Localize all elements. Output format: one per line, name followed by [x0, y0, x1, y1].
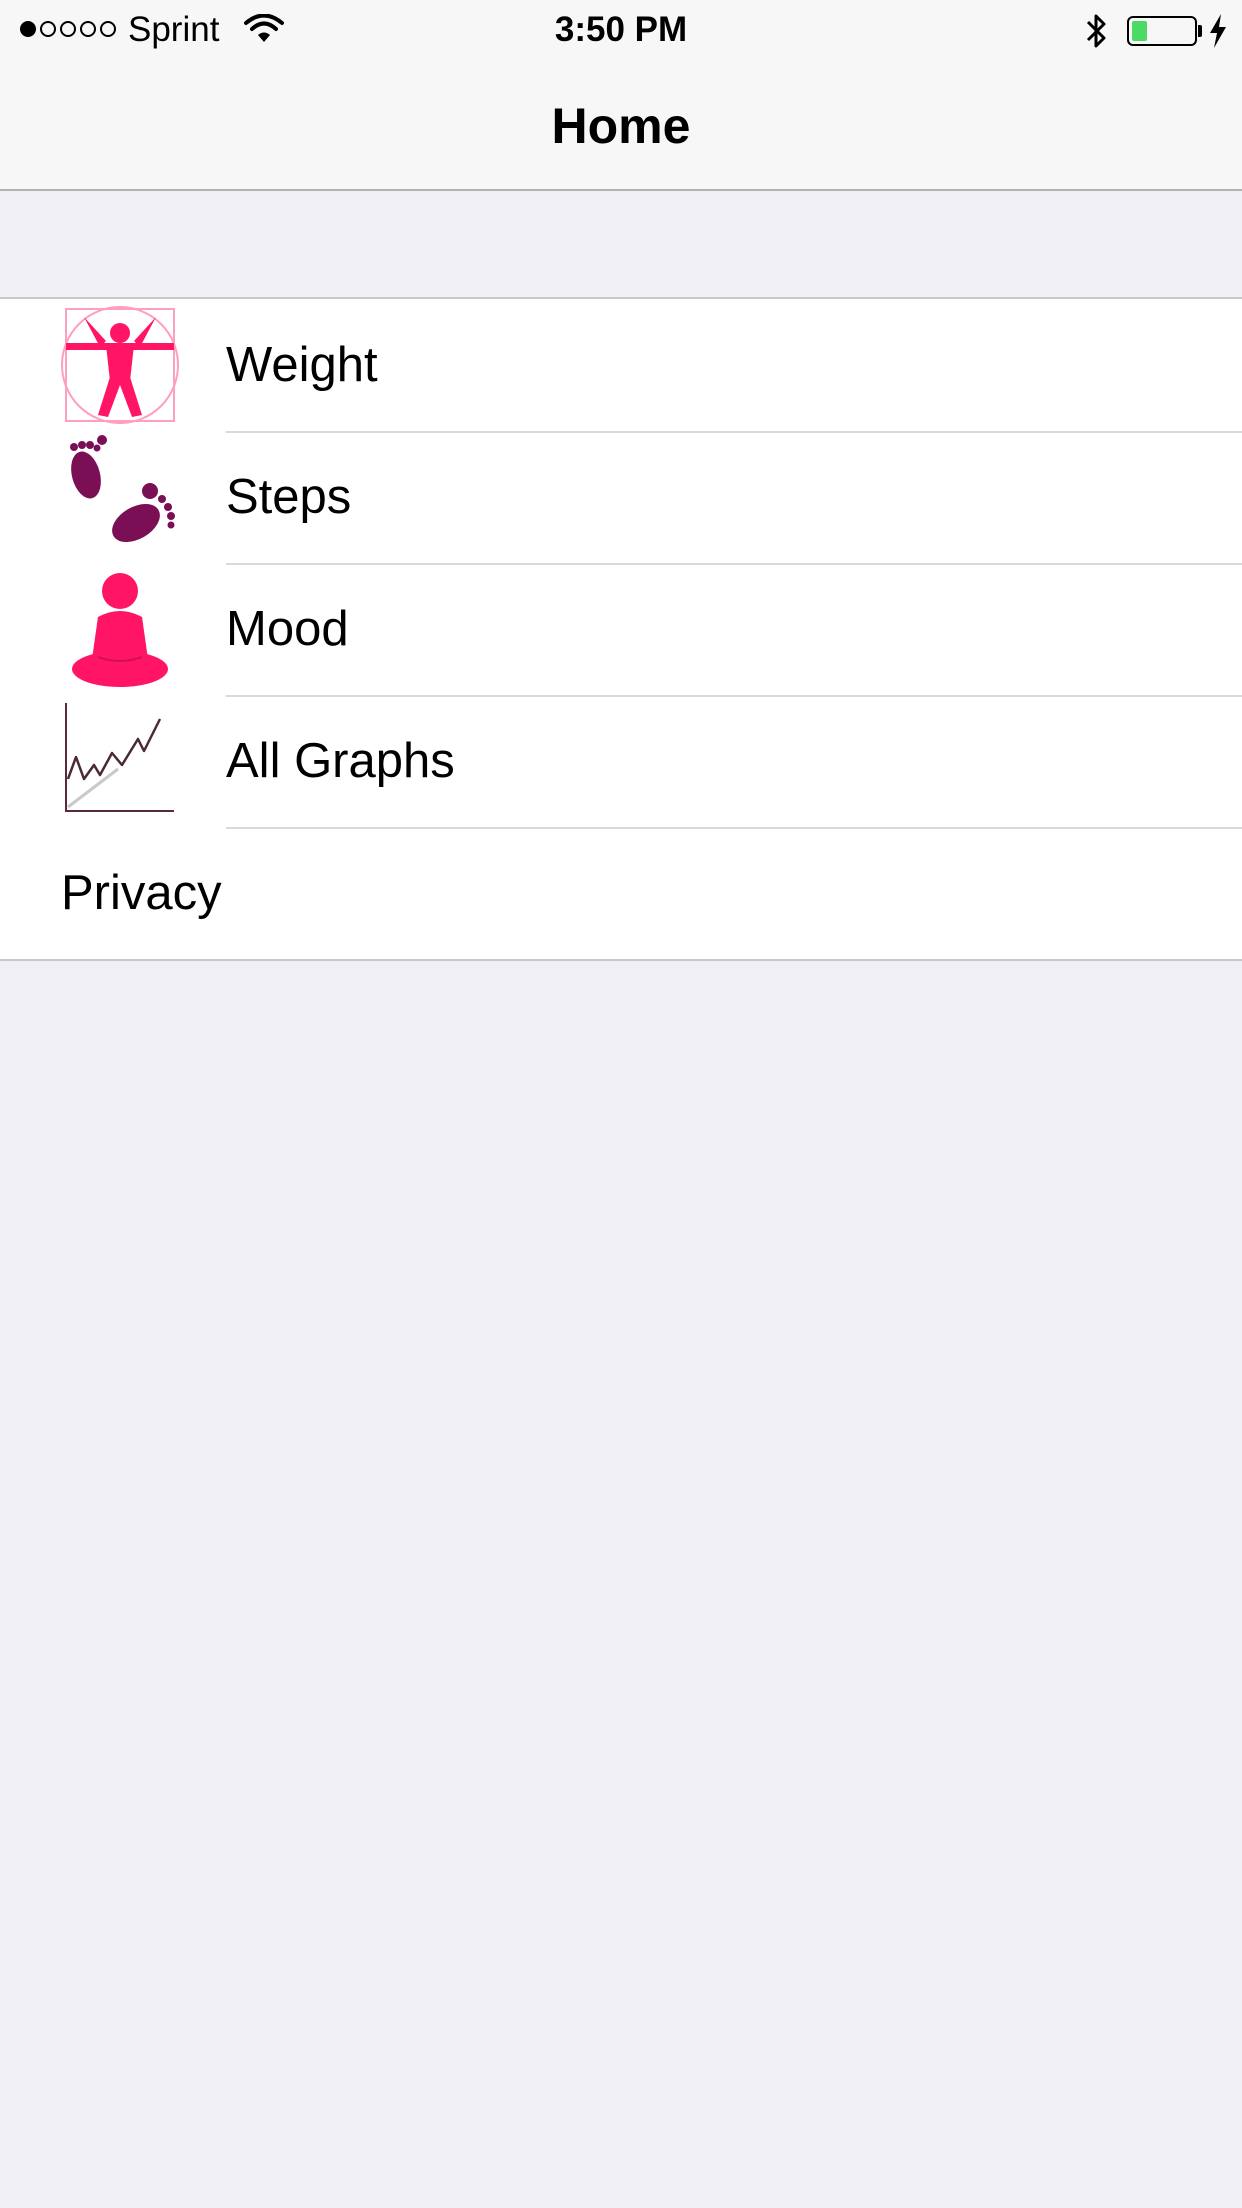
menu-item-privacy[interactable]: Privacy — [0, 827, 1242, 959]
meditation-icon — [72, 573, 168, 687]
status-bar: Sprint 3:50 PM — [0, 0, 1242, 60]
menu-item-mood[interactable]: Mood — [0, 563, 1242, 695]
battery-level — [1132, 21, 1147, 41]
vitruvian-figure-icon — [61, 306, 179, 424]
menu-item-weight[interactable]: Weight — [0, 299, 1242, 431]
menu-item-label: Weight — [226, 338, 378, 392]
battery-tip — [1198, 25, 1202, 37]
menu-item-label: Steps — [226, 470, 352, 524]
menu-item-label: All Graphs — [226, 734, 455, 788]
menu-item-label: Privacy — [61, 866, 222, 920]
menu-item-steps[interactable]: Steps — [0, 431, 1242, 563]
menu-item-label: Mood — [226, 602, 349, 656]
line-graph-icon — [65, 703, 174, 812]
menu-list: Weight Steps Mood All Graphs Privacy — [0, 297, 1242, 961]
page-title: Home — [551, 98, 691, 154]
footprints-icon — [70, 435, 175, 542]
status-time: 3:50 PM — [554, 10, 688, 49]
menu-item-all-graphs[interactable]: All Graphs — [0, 695, 1242, 827]
battery-icon — [1127, 16, 1197, 46]
navigation-bar: Sprint 3:50 PM Home — [0, 0, 1242, 191]
charging-bolt-icon — [1210, 14, 1226, 48]
bluetooth-icon — [1086, 14, 1106, 48]
home-screen: Sprint 3:50 PM Home Weight Steps Mood Al… — [0, 0, 1242, 2208]
